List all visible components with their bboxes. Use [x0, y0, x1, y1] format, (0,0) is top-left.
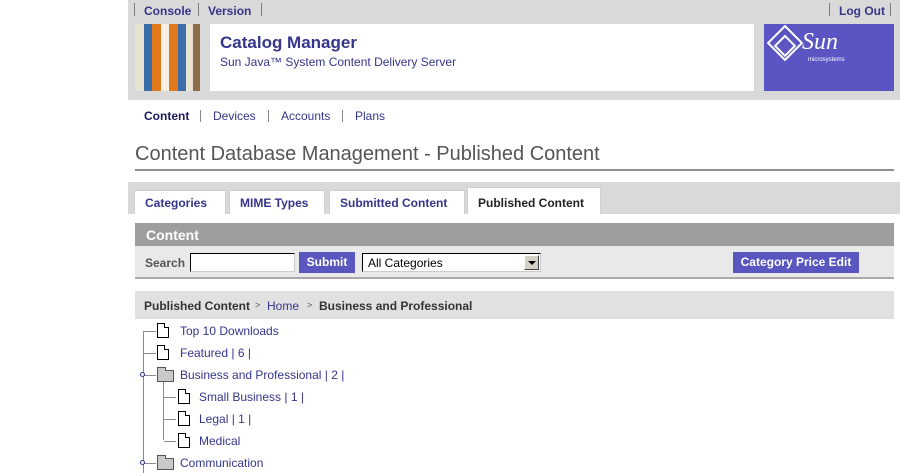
divider [342, 110, 343, 122]
page-title: Content Database Management - Published … [135, 143, 600, 165]
divider [268, 110, 269, 122]
logout-link[interactable]: Log Out [839, 4, 885, 18]
sun-logo: Sun microsystems [764, 24, 894, 91]
search-bar: Search Submit All Categories Category Pr… [135, 246, 894, 279]
document-icon [157, 323, 169, 338]
collapse-toggle-icon[interactable] [140, 372, 145, 377]
nav-accounts[interactable]: Accounts [281, 109, 330, 123]
nav-devices[interactable]: Devices [213, 109, 256, 123]
divider [198, 3, 199, 16]
tree-item-label[interactable]: Small Business | 1 | [199, 390, 304, 404]
nav-content[interactable]: Content [144, 109, 189, 123]
category-select-value: All Categories [368, 256, 443, 270]
divider [261, 3, 262, 16]
tree-item-label[interactable]: Communication [180, 456, 263, 470]
breadcrumb-arrow-icon: > [307, 300, 313, 310]
search-label: Search [145, 256, 186, 270]
brand-box: Catalog Manager Sun Java™ System Content… [210, 24, 754, 91]
tree-item-label[interactable]: Top 10 Downloads [180, 324, 279, 338]
tab-submitted-content[interactable]: Submitted Content [329, 190, 465, 214]
folder-icon [157, 367, 174, 382]
divider [134, 3, 135, 16]
expand-toggle-icon[interactable] [140, 460, 145, 465]
submit-button[interactable]: Submit [299, 252, 355, 273]
tab-bar: Categories MIME Types Submitted Content … [128, 182, 900, 214]
breadcrumb-arrow-icon: > [255, 300, 261, 310]
breadcrumb-current: Business and Professional [319, 299, 473, 313]
document-icon [178, 411, 190, 426]
breadcrumb: Published Content > Home > Business and … [135, 291, 894, 319]
tree-item-label[interactable]: Business and Professional | 2 | [180, 368, 344, 382]
tab-published-content[interactable]: Published Content [467, 187, 601, 214]
nav-plans[interactable]: Plans [355, 109, 385, 123]
catalog-books-image [135, 24, 200, 91]
folder-icon [157, 455, 174, 470]
masthead: Console Version Log Out Catalog Manager … [128, 0, 900, 100]
app-title: Catalog Manager [220, 33, 357, 52]
tree-item-label[interactable]: Featured | 6 | [180, 346, 251, 360]
search-input[interactable] [190, 253, 295, 272]
sun-logo-word: Sun [802, 29, 838, 55]
divider [200, 110, 201, 122]
document-icon [157, 345, 169, 360]
document-icon [178, 389, 190, 404]
version-link[interactable]: Version [208, 4, 251, 18]
tab-mime-types[interactable]: MIME Types [229, 190, 325, 214]
document-icon [178, 433, 190, 448]
content-panel-title: Content [146, 227, 199, 243]
console-link[interactable]: Console [144, 4, 191, 18]
divider [890, 3, 891, 16]
top-nav: Console Version Log Out [128, 0, 900, 22]
sun-mark-icon [766, 24, 804, 62]
breadcrumb-home-link[interactable]: Home [267, 299, 299, 313]
dropdown-arrow-icon[interactable] [524, 255, 539, 270]
divider [829, 3, 830, 16]
content-panel-header: Content [135, 223, 894, 246]
tab-categories[interactable]: Categories [134, 190, 226, 214]
category-select[interactable]: All Categories [362, 253, 541, 272]
tree-item-label[interactable]: Legal | 1 | [199, 412, 251, 426]
title-divider [135, 169, 894, 171]
app-subtitle: Sun Java™ System Content Delivery Server [220, 55, 457, 69]
tree-item-label[interactable]: Medical [199, 434, 240, 448]
breadcrumb-root: Published Content [144, 299, 250, 313]
category-price-edit-button[interactable]: Category Price Edit [733, 252, 859, 273]
sun-logo-sub: microsystems [808, 57, 845, 63]
